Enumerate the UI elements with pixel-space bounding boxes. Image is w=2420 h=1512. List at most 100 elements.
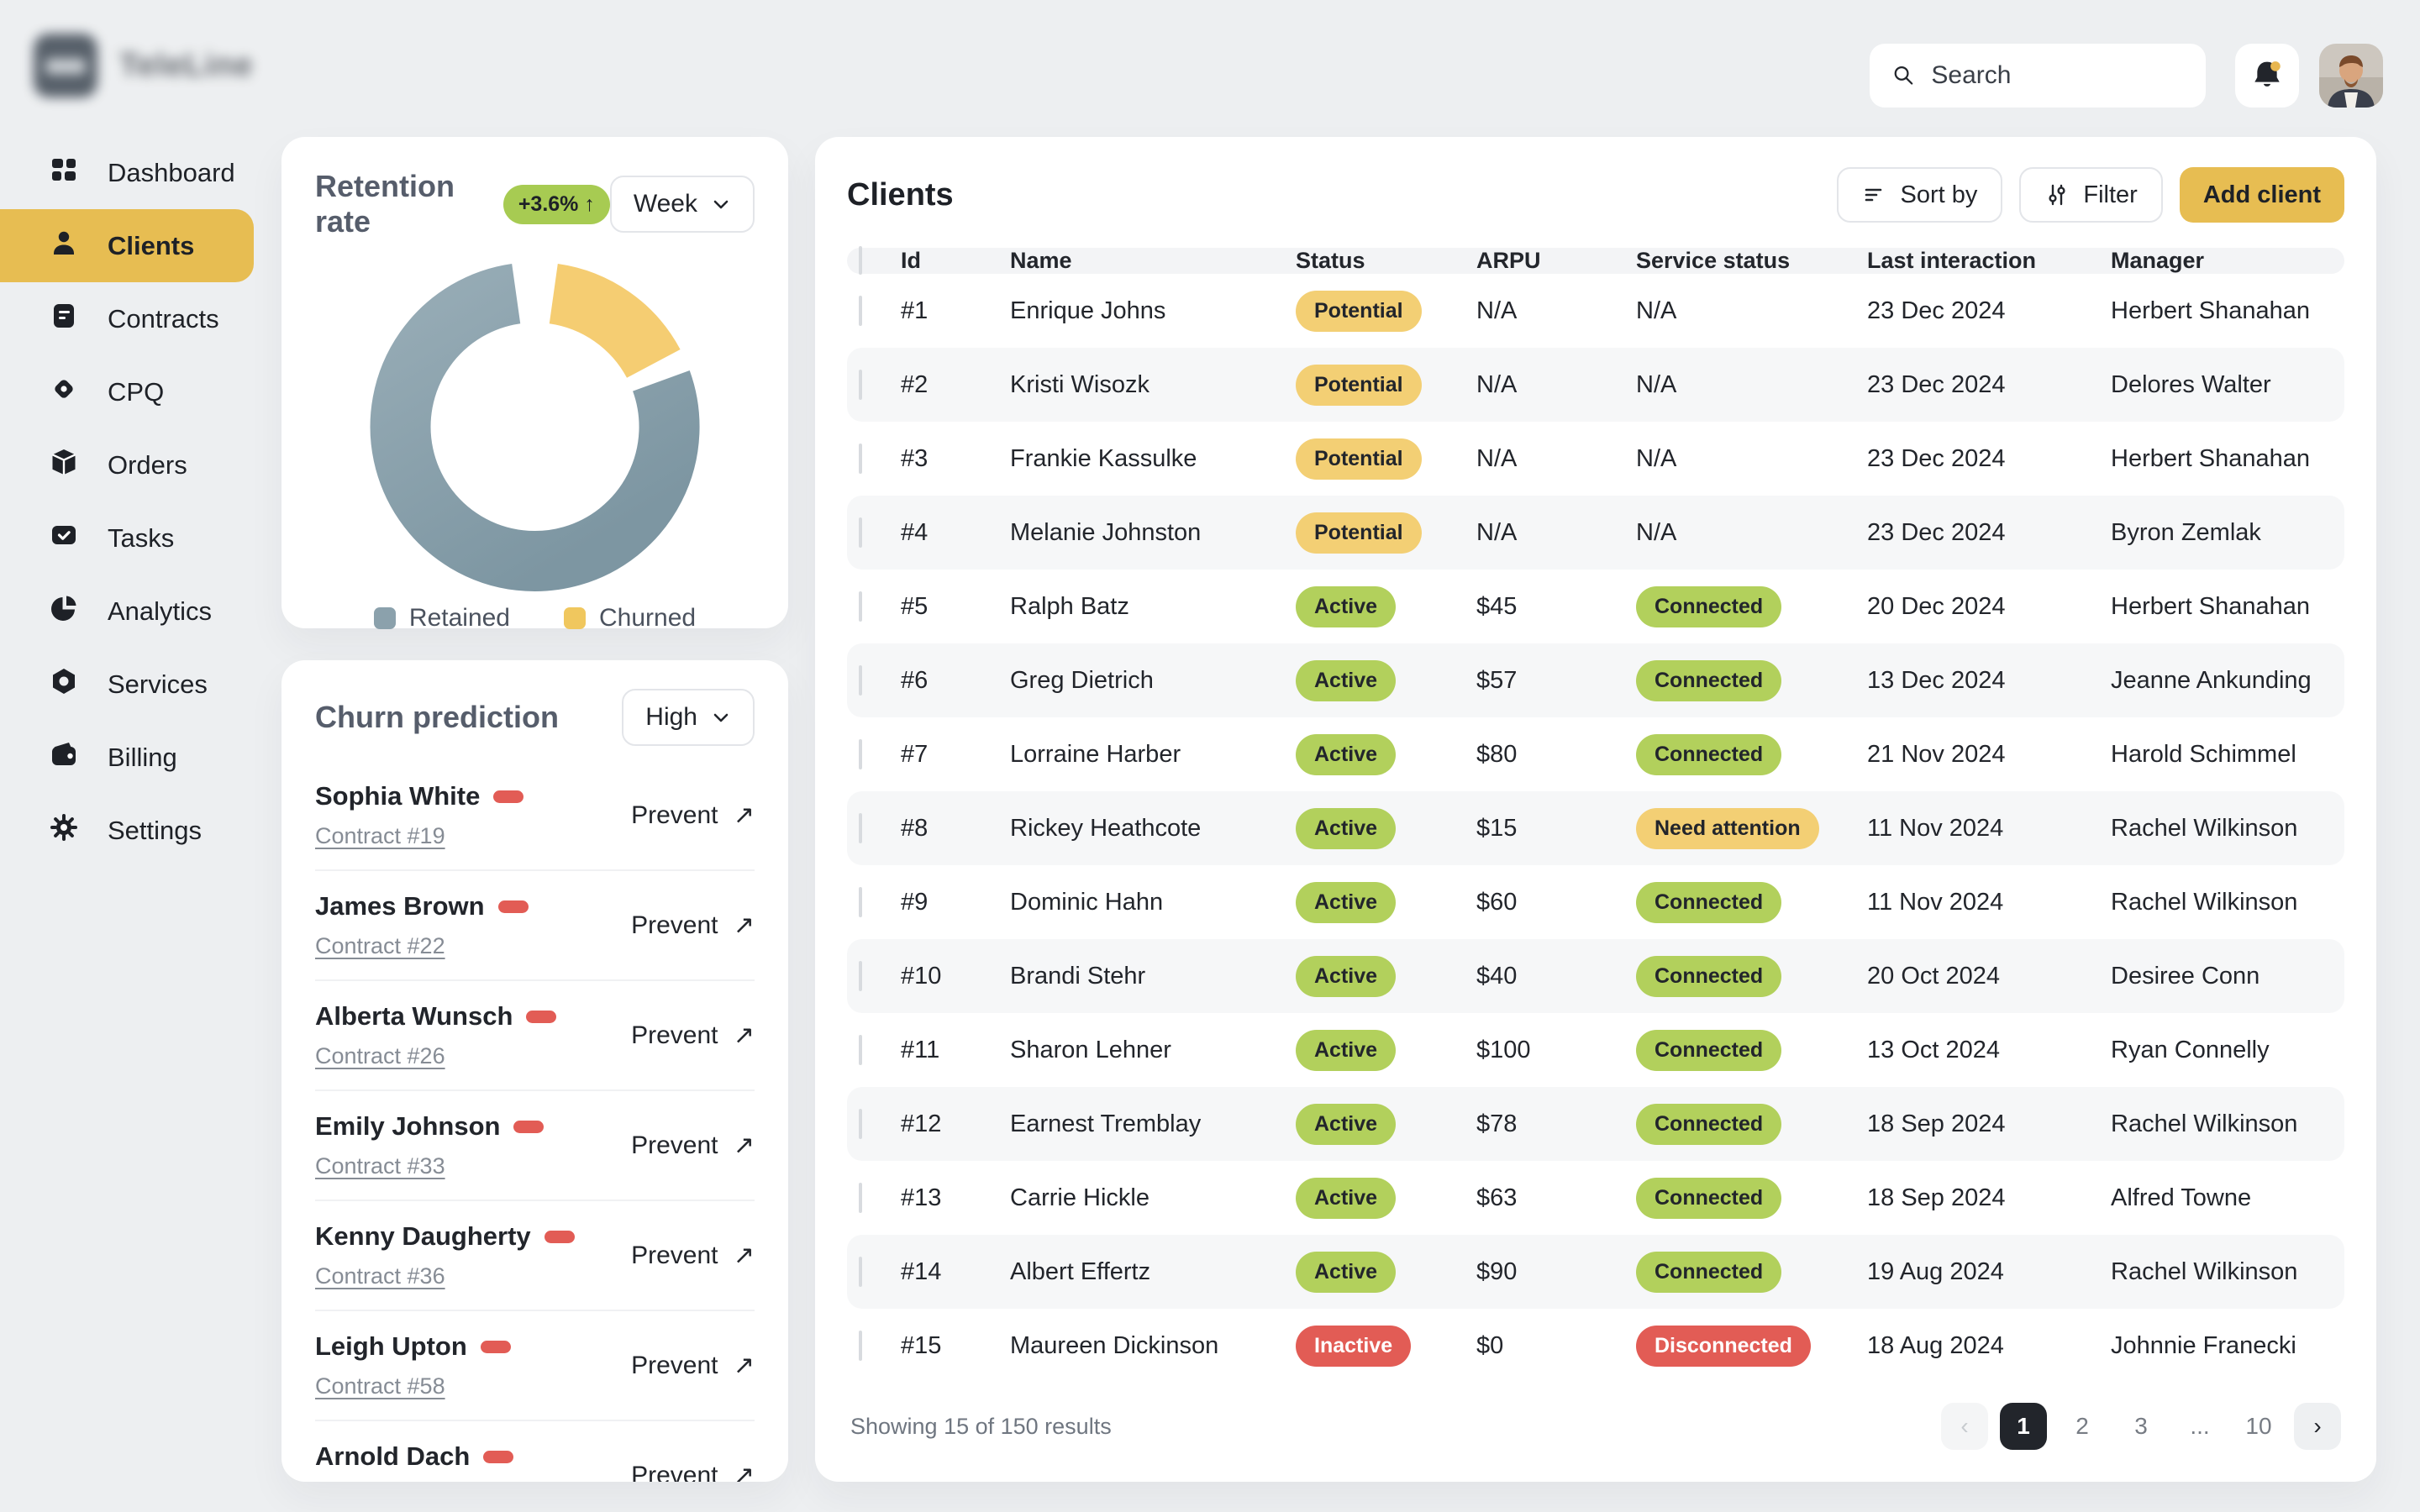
row-checkbox[interactable] (859, 887, 862, 917)
cell-arpu: N/A (1476, 297, 1636, 325)
cell-last-interaction: 13 Dec 2024 (1867, 667, 2111, 695)
sidebar-item-cpq[interactable]: CPQ (0, 355, 254, 428)
pagination-page-1[interactable]: 1 (2000, 1403, 2047, 1450)
table-row: #9 Dominic Hahn Active $60 Connected 11 … (847, 865, 2344, 939)
row-checkbox[interactable] (859, 591, 862, 622)
add-client-button[interactable]: Add client (2180, 167, 2344, 223)
cell-name: Lorraine Harber (1010, 741, 1296, 769)
cpq-icon (49, 374, 79, 404)
cell-id: #12 (901, 1110, 1010, 1138)
prevent-link[interactable]: Prevent ↗ (631, 1351, 755, 1380)
user-avatar[interactable] (2319, 44, 2383, 108)
contract-link[interactable]: Contract #58 (315, 1373, 445, 1399)
column-header: Manager (2111, 248, 2344, 274)
table-row: #4 Melanie Johnston Potential N/A N/A 23… (847, 496, 2344, 570)
contract-link[interactable]: Contract #33 (315, 1153, 445, 1179)
search-bar[interactable] (1870, 44, 2206, 108)
status-badge: Inactive (1296, 1326, 1476, 1367)
high-risk-indicator (513, 1121, 544, 1133)
pagination-page-2[interactable]: 2 (2059, 1403, 2106, 1450)
row-checkbox[interactable] (859, 961, 862, 991)
cell-last-interaction: 20 Oct 2024 (1867, 963, 2111, 990)
sidebar-item-services[interactable]: Services (0, 648, 254, 721)
status-badge: Potential (1296, 365, 1476, 406)
row-checkbox[interactable] (859, 813, 862, 843)
pagination-next-button[interactable]: › (2294, 1403, 2341, 1450)
cell-name: Brandi Stehr (1010, 963, 1296, 990)
row-checkbox[interactable] (859, 1331, 862, 1361)
cell-id: #1 (901, 297, 1010, 325)
cell-id: #4 (901, 519, 1010, 547)
pagination-page-10[interactable]: 10 (2235, 1403, 2282, 1450)
prevent-link[interactable]: Prevent ↗ (631, 1131, 755, 1160)
cell-last-interaction: 11 Nov 2024 (1867, 815, 2111, 843)
churn-list-item: Sophia White Contract #19 Prevent ↗ (315, 761, 755, 871)
row-checkbox[interactable] (859, 1257, 862, 1287)
contract-link[interactable]: Contract #26 (315, 1043, 445, 1069)
sort-by-button[interactable]: Sort by (1837, 167, 2003, 223)
status-badge: Active (1296, 808, 1476, 849)
sidebar-item-billing[interactable]: Billing (0, 721, 254, 794)
row-checkbox[interactable] (859, 517, 862, 548)
row-checkbox[interactable] (859, 296, 862, 326)
cell-last-interaction: 18 Aug 2024 (1867, 1332, 2111, 1360)
service-status-badge: N/A (1636, 445, 1867, 473)
cell-id: #11 (901, 1037, 1010, 1064)
results-count: Showing 15 of 150 results (850, 1414, 1112, 1440)
topbar: TeleLine (0, 0, 2420, 126)
sidebar-item-settings[interactable]: Settings (0, 794, 254, 867)
cell-arpu: N/A (1476, 371, 1636, 399)
row-checkbox[interactable] (859, 1109, 862, 1139)
cell-arpu: $57 (1476, 667, 1636, 695)
sidebar-item-contracts[interactable]: Contracts (0, 282, 254, 355)
prevent-link[interactable]: Prevent ↗ (631, 1461, 755, 1482)
prevent-link[interactable]: Prevent ↗ (631, 1021, 755, 1050)
row-checkbox[interactable] (859, 665, 862, 696)
contract-link[interactable]: Contract #22 (315, 933, 445, 959)
legend-item: Churned (564, 604, 696, 633)
cell-last-interaction: 11 Nov 2024 (1867, 889, 2111, 916)
cell-id: #5 (901, 593, 1010, 621)
prevent-link[interactable]: Prevent ↗ (631, 1241, 755, 1270)
sidebar-item-tasks[interactable]: Tasks (0, 501, 254, 575)
row-checkbox[interactable] (859, 1183, 862, 1213)
prevent-link[interactable]: Prevent ↗ (631, 801, 755, 830)
cell-manager: Rachel Wilkinson (2111, 1110, 2344, 1138)
cell-name: Rickey Heathcote (1010, 815, 1296, 843)
cell-last-interaction: 19 Aug 2024 (1867, 1258, 2111, 1286)
sidebar-item-dashboard[interactable]: Dashboard (0, 136, 254, 209)
column-header: ARPU (1476, 248, 1636, 274)
filter-icon (2044, 182, 2070, 207)
contract-link[interactable]: Contract #36 (315, 1263, 445, 1289)
row-checkbox[interactable] (859, 370, 862, 400)
clients-icon (49, 228, 79, 258)
pagination-page-3[interactable]: 3 (2118, 1403, 2165, 1450)
filter-button[interactable]: Filter (2019, 167, 2162, 223)
churn-level-dropdown[interactable]: High (622, 689, 755, 746)
prevent-link[interactable]: Prevent ↗ (631, 911, 755, 940)
retention-period-dropdown[interactable]: Week (610, 176, 755, 233)
row-checkbox[interactable] (859, 444, 862, 474)
cell-last-interaction: 23 Dec 2024 (1867, 445, 2111, 473)
row-checkbox[interactable] (859, 739, 862, 769)
search-icon (1891, 61, 1916, 90)
row-checkbox[interactable] (859, 1035, 862, 1065)
chevron-down-icon (711, 194, 731, 214)
sidebar-item-clients[interactable]: Clients (0, 209, 254, 282)
pagination-prev-button[interactable]: ‹ (1941, 1403, 1988, 1450)
status-badge: Potential (1296, 291, 1476, 332)
legend-item: Retained (374, 604, 510, 633)
cell-arpu: N/A (1476, 519, 1636, 547)
search-input[interactable] (1931, 61, 2184, 90)
cell-last-interaction: 23 Dec 2024 (1867, 519, 2111, 547)
notifications-button[interactable] (2235, 44, 2299, 108)
contract-link[interactable]: Contract #19 (315, 823, 445, 849)
table-row: #13 Carrie Hickle Active $63 Connected 1… (847, 1161, 2344, 1235)
sidebar-item-analytics[interactable]: Analytics (0, 575, 254, 648)
status-badge: Potential (1296, 438, 1476, 480)
table-row: #6 Greg Dietrich Active $57 Connected 13… (847, 643, 2344, 717)
sidebar-item-orders[interactable]: Orders (0, 428, 254, 501)
churn-list-item: Arnold Dach Contract #106 Prevent ↗ (315, 1421, 755, 1482)
clients-table: #1 Enrique Johns Potential N/A N/A 23 De… (847, 274, 2344, 1383)
select-all-checkbox[interactable] (859, 246, 862, 275)
